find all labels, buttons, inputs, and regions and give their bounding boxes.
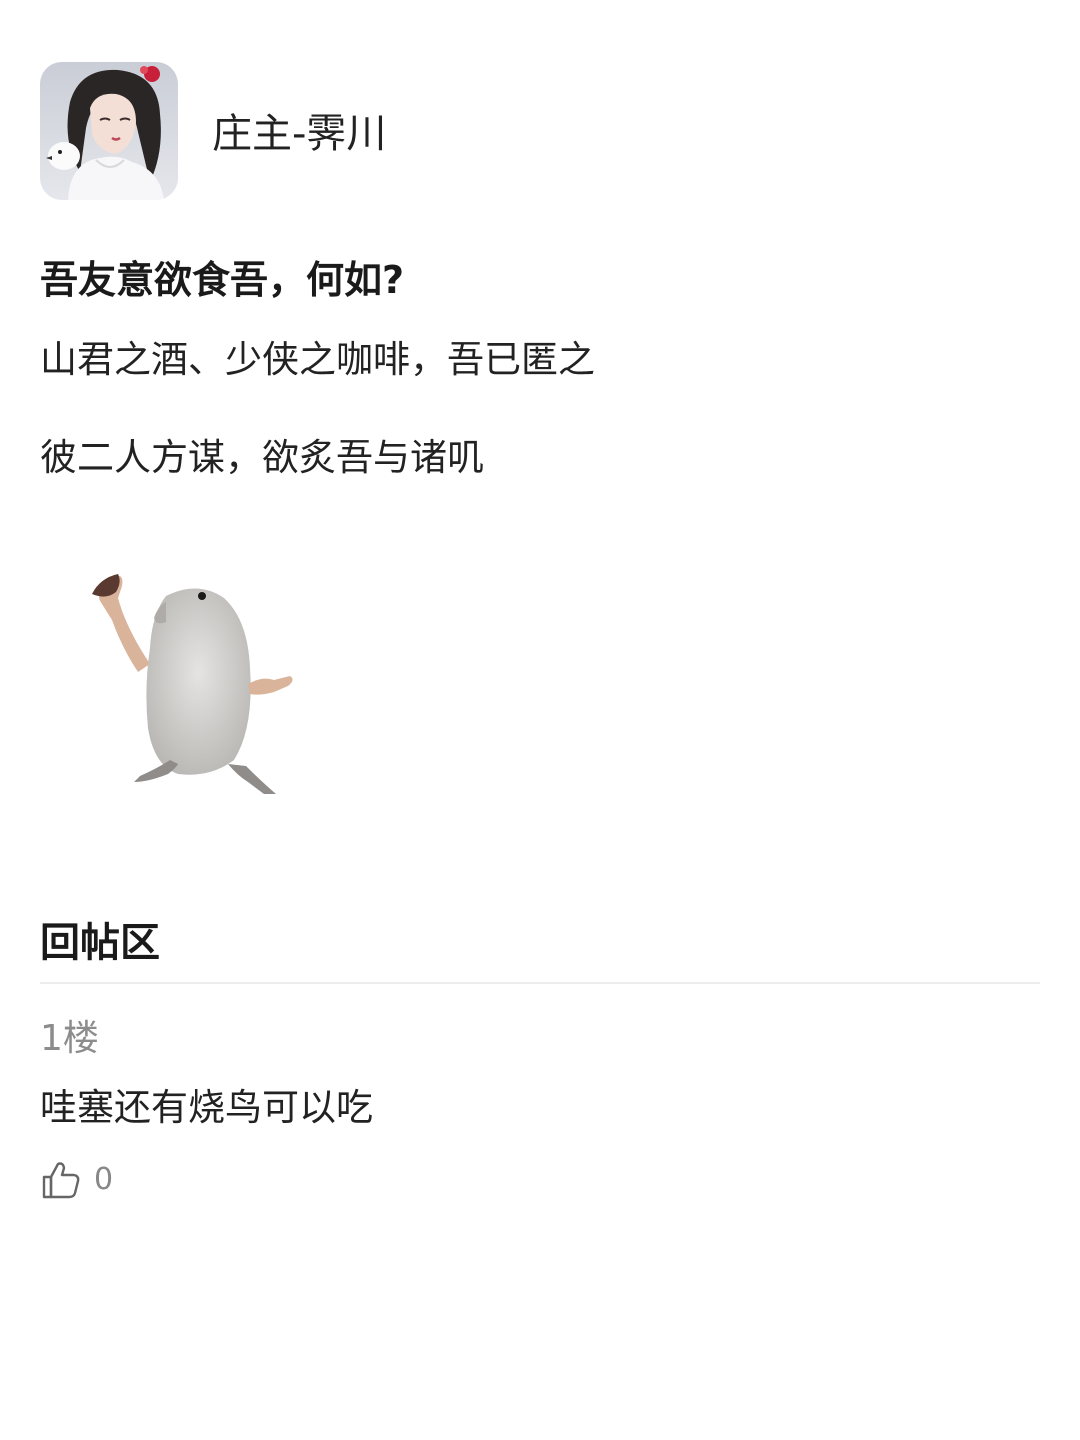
author-name[interactable]: 庄主-霁川 — [212, 106, 386, 162]
reply-floor-label: 1楼 — [40, 1018, 99, 1059]
like-button[interactable]: 0 — [40, 1158, 113, 1202]
avatar-illustration — [40, 62, 178, 200]
dancing-bird-image — [78, 568, 310, 796]
like-count: 0 — [94, 1162, 114, 1197]
post-body-line: 山君之酒、少侠之咖啡，吾已匿之 — [40, 338, 595, 381]
divider — [40, 982, 1040, 984]
post-title: 吾友意欲食吾，何如? — [40, 258, 405, 302]
thumbs-up-icon — [40, 1159, 82, 1201]
reply-section-heading: 回帖区 — [40, 920, 160, 966]
post-image[interactable] — [78, 568, 310, 796]
post-body-line: 彼二人方谋，欲炙吾与诸叽 — [40, 436, 484, 479]
reply-text: 哇塞还有烧鸟可以吃 — [40, 1086, 373, 1129]
avatar[interactable] — [40, 62, 178, 200]
